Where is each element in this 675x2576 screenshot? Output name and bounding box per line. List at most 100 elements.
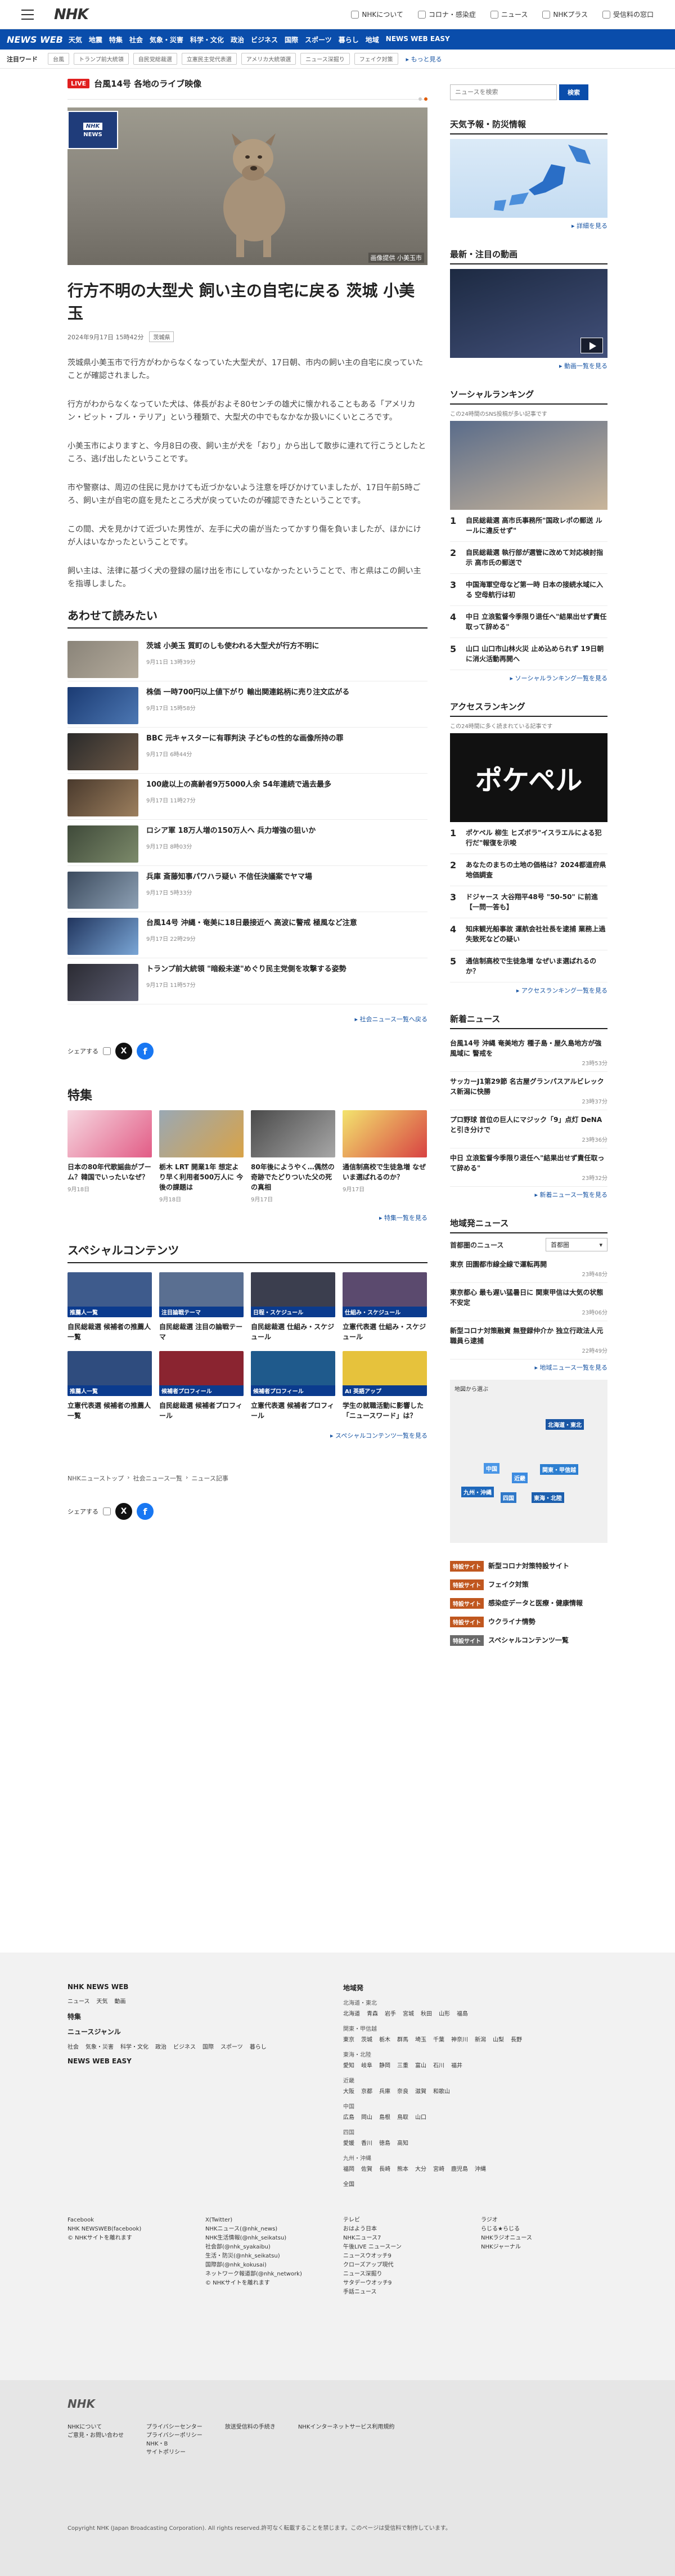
- footer-link[interactable]: 宮崎: [433, 2164, 444, 2173]
- nav-item[interactable]: ビジネス: [251, 35, 278, 44]
- footer-nhk-logo[interactable]: NHK: [68, 2397, 608, 2411]
- footer-feature-link[interactable]: 特集: [68, 2012, 332, 2021]
- ranking-item[interactable]: 5 通信制高校で生徒急増 なぜいま選ばれるのか？: [450, 950, 608, 982]
- special-link[interactable]: 特設サイト フェイク対策: [450, 1579, 608, 1590]
- trend-chip[interactable]: フェイク対策: [354, 53, 398, 65]
- trend-chip[interactable]: トランプ前大統領: [74, 53, 129, 65]
- footer-link[interactable]: 愛知: [343, 2061, 354, 2069]
- footer-link[interactable]: 山口: [415, 2112, 426, 2121]
- footer-link[interactable]: 社会: [68, 2042, 79, 2050]
- footer-x[interactable]: X(Twitter) NHKニュース(@nhk_news) NHK生活情報(@n…: [205, 2216, 332, 2297]
- top-link-fee[interactable]: 受信料の窓口: [602, 10, 654, 19]
- footer-link[interactable]: 京都: [361, 2086, 372, 2095]
- special-card[interactable]: 候補者プロフィール 自民総裁選 候補者プロフィール: [159, 1351, 244, 1421]
- footer-link[interactable]: 福島: [457, 2009, 468, 2017]
- special-card[interactable]: 仕組み・スケジュール 立憲代表選 仕組み・スケジュール: [343, 1272, 427, 1342]
- carousel-dots[interactable]: [418, 97, 428, 101]
- access-ranking-banner[interactable]: ポケペル: [450, 733, 608, 822]
- search-input[interactable]: [450, 84, 557, 100]
- nav-item[interactable]: 天気: [69, 35, 82, 44]
- region-kyushu[interactable]: 九州・沖縄: [461, 1487, 494, 1497]
- feature-card[interactable]: 通信制高校で生徒急増 なぜいま選ばれるのか？ 9月17日: [343, 1110, 427, 1203]
- news-web-logo[interactable]: NEWS WEB: [7, 34, 63, 45]
- footer-tv[interactable]: テレビ おはよう日本 NHKニュース7 午後LIVE ニュースーン ニュースウオ…: [343, 2216, 470, 2297]
- footer-link[interactable]: 北海道: [343, 2009, 360, 2017]
- footer-link[interactable]: 香川: [361, 2138, 372, 2147]
- special-card[interactable]: 注目論戦テーマ 自民総裁選 注目の論戦テーマ: [159, 1272, 244, 1342]
- play-icon[interactable]: [580, 338, 603, 353]
- nav-item[interactable]: 社会: [129, 35, 143, 44]
- footer-link[interactable]: 徳島: [379, 2138, 390, 2147]
- nav-item[interactable]: 特集: [109, 35, 123, 44]
- trend-more-link[interactable]: ▸ もっと見る: [406, 55, 442, 64]
- footer-link[interactable]: 高知: [397, 2138, 408, 2147]
- nav-item[interactable]: 地域: [366, 35, 379, 44]
- footer-link[interactable]: 三重: [397, 2061, 408, 2069]
- weather-link[interactable]: ▸ 詳細を見る: [450, 221, 608, 230]
- region-hokkaido-tohoku[interactable]: 北海道・東北: [546, 1419, 584, 1430]
- footer-link[interactable]: 鹿児島: [451, 2164, 468, 2173]
- latest-news-item[interactable]: サッカーJ1第29節 名古屋グランパスアルビレックス新潟に快勝 23時37分: [450, 1072, 608, 1110]
- ranking-item[interactable]: 4 中日 立浪監督今季限り退任へ"結果出せず責任取って辞める": [450, 606, 608, 638]
- footer-link[interactable]: 東京: [343, 2035, 354, 2043]
- trend-chip[interactable]: アメリカ大統領選: [241, 53, 296, 65]
- footer-link[interactable]: 栃木: [379, 2035, 390, 2043]
- related-item[interactable]: 茨城 小美玉 質町のしも使われる大型犬が行方不明に 9月11日 13時39分: [68, 635, 428, 681]
- footer-link[interactable]: 国際: [202, 2042, 214, 2050]
- footer-link[interactable]: 愛媛: [343, 2138, 354, 2147]
- footer-link[interactable]: 宮城: [403, 2009, 414, 2017]
- special-card[interactable]: 候補者プロフィール 立憲代表選 候補者プロフィール: [251, 1351, 335, 1421]
- footer-link[interactable]: 和歌山: [433, 2086, 450, 2095]
- nav-item[interactable]: 政治: [231, 35, 244, 44]
- footer-link[interactable]: プライバシーセンター プライバシーポリシー NHK・B サイトポリシー: [146, 2422, 202, 2456]
- footer-link[interactable]: 天気: [97, 1996, 108, 2005]
- local-news-link[interactable]: ▸ 地域ニュース一覧を見る: [450, 1363, 608, 1372]
- footer-easy-link[interactable]: NEWS WEB EASY: [68, 2057, 332, 2065]
- related-more-link[interactable]: ▸ 社会ニュース一覧へ戻る: [68, 1015, 428, 1024]
- video-link[interactable]: ▸ 動画一覧を見る: [450, 361, 608, 370]
- footer-link[interactable]: 暮らし: [250, 2042, 267, 2050]
- related-item[interactable]: 台風14号 沖縄・奄美に18日最接近へ 高波に警戒 極風など注意 9月17日 22…: [68, 912, 428, 958]
- footer-link[interactable]: 沖縄: [475, 2164, 486, 2173]
- access-ranking-link[interactable]: ▸ アクセスランキング一覧を見る: [450, 986, 608, 995]
- nav-item[interactable]: 暮らし: [339, 35, 359, 44]
- footer-link[interactable]: 島根: [379, 2112, 390, 2121]
- ranking-item[interactable]: 3 中国海軍空母など第一時 日本の接続水域に入る 空母航行は初: [450, 574, 608, 606]
- nhk-logo[interactable]: NHK: [54, 6, 89, 23]
- ranking-item[interactable]: 5 山口 山口市山林火災 止め込められず 19日朝に消火活動再開へ: [450, 638, 608, 670]
- footer-link[interactable]: 千葉: [433, 2035, 444, 2043]
- special-link[interactable]: 特設サイト 感染症データと医療・健康情報: [450, 1598, 608, 1609]
- latest-news-item[interactable]: 中日 立浪監督今季限り退任へ"結果出せず責任取って辞める" 23時32分: [450, 1148, 608, 1187]
- footer-link[interactable]: 福岡: [343, 2164, 354, 2173]
- x-share-icon[interactable]: X: [115, 1503, 132, 1520]
- related-item[interactable]: ロシア軍 18万人増の150万人へ 兵力増強の狙いか 9月17日 8時03分: [68, 820, 428, 866]
- feature-card[interactable]: 栃木 LRT 開業1年 想定より早く利用者500万人に 今後の課題は 9月18日: [159, 1110, 244, 1203]
- feature-card[interactable]: 日本の80年代歌謡曲がブーム？韓国でいったいなぜ？ 9月18日: [68, 1110, 152, 1203]
- weather-map[interactable]: [450, 139, 608, 218]
- facebook-share-icon[interactable]: f: [137, 1043, 154, 1060]
- footer-link[interactable]: 気象・災害: [86, 2042, 114, 2050]
- top-link-about[interactable]: NHKについて: [351, 10, 403, 19]
- related-item[interactable]: BBC 元キャスターに有罪判決 子どもの性的な画像所持の罪 9月17日 6時44分: [68, 728, 428, 774]
- footer-link[interactable]: 兵庫: [379, 2086, 390, 2095]
- top-link-plus[interactable]: NHKプラス: [542, 10, 588, 19]
- special-link[interactable]: 特設サイト スペシャルコンテンツ一覧: [450, 1635, 608, 1646]
- footer-link[interactable]: 科学・文化: [120, 2042, 148, 2050]
- related-item[interactable]: 兵庫 斎藤知事パワハラ疑い 不信任決議案でヤマ場 9月17日 5時33分: [68, 866, 428, 912]
- region-select[interactable]: 首都圏 ▾: [546, 1238, 608, 1251]
- footer-link[interactable]: 岡山: [361, 2112, 372, 2121]
- nav-item[interactable]: 国際: [285, 35, 298, 44]
- nav-item[interactable]: 気象・災害: [150, 35, 183, 44]
- footer-link[interactable]: 石川: [433, 2061, 444, 2069]
- latest-news-link[interactable]: ▸ 新着ニュース一覧を見る: [450, 1190, 608, 1199]
- special-card[interactable]: 日程・スケジュール 自民総裁選 仕組み・スケジュール: [251, 1272, 335, 1342]
- footer-link[interactable]: 富山: [415, 2061, 426, 2069]
- ranking-item[interactable]: 1 ポケペル 柳生 ヒズボラ"イスラエルによる犯行だ"報復を示唆: [450, 822, 608, 854]
- footer-link[interactable]: 広島: [343, 2112, 354, 2121]
- footer-link[interactable]: 鳥取: [397, 2112, 408, 2121]
- footer-link[interactable]: 長崎: [379, 2164, 390, 2173]
- footer-link[interactable]: 全国: [343, 2179, 354, 2188]
- trend-chip[interactable]: 立憲民主党代表選: [181, 53, 237, 65]
- top-link-corona[interactable]: コロナ・感染症: [417, 10, 476, 19]
- trend-chip[interactable]: 自民党総裁選: [133, 53, 177, 65]
